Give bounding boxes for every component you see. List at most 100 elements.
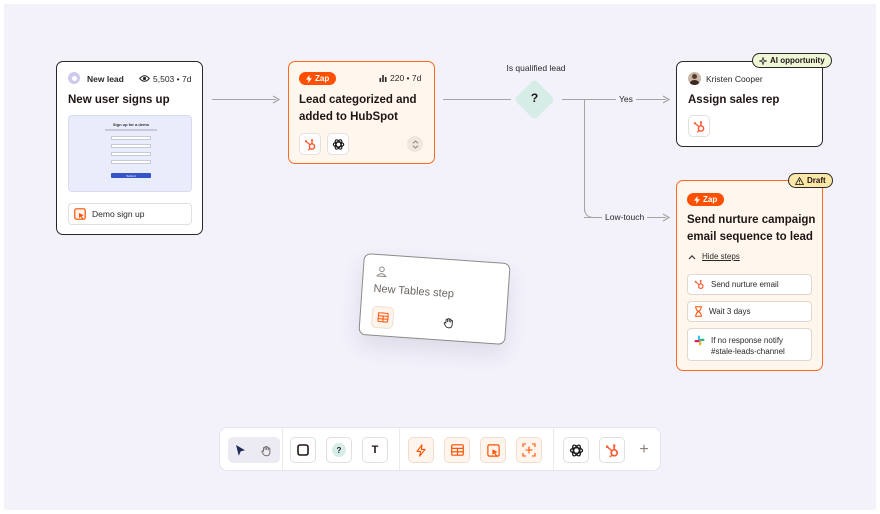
decision-icon: ? bbox=[332, 443, 346, 457]
app-chip-demo-signup[interactable]: Demo sign up bbox=[68, 203, 192, 225]
hubspot-icon bbox=[605, 443, 618, 458]
zap-card-hubspot[interactable]: Zap 220 • 7d Lead categorized and added … bbox=[288, 61, 435, 164]
tool-chatgpt-button[interactable] bbox=[563, 437, 589, 463]
chevron-up-down-icon bbox=[412, 139, 418, 149]
hand-icon bbox=[261, 445, 271, 456]
connector-decision-out bbox=[562, 99, 666, 100]
text-icon: T bbox=[371, 444, 379, 456]
decision-label: Is qualified lead bbox=[506, 63, 566, 73]
avatar bbox=[68, 72, 80, 84]
warning-icon bbox=[795, 176, 804, 185]
form-field bbox=[111, 144, 151, 148]
card-title: New Tables step bbox=[373, 282, 455, 301]
eye-icon bbox=[139, 75, 150, 82]
tool-decision-button[interactable]: ? bbox=[326, 437, 352, 463]
run-stats: 5,503 • 7d bbox=[153, 74, 192, 84]
tool-zap-button[interactable] bbox=[408, 437, 434, 463]
substep-notify-slack[interactable]: If no response notify #stale-leads-chann… bbox=[687, 328, 812, 361]
arrow-head-icon bbox=[272, 95, 281, 104]
hubspot-icon bbox=[693, 120, 704, 133]
zap-badge: Zap bbox=[687, 193, 725, 206]
form-heading: Sign up for a demo bbox=[112, 122, 150, 127]
card-title: Lead categorized and added to HubSpot bbox=[299, 94, 417, 123]
form-submit-label: Submit bbox=[126, 173, 136, 178]
toolbar-divider bbox=[282, 428, 283, 472]
toolbar-divider bbox=[399, 428, 400, 472]
lightning-icon bbox=[416, 443, 426, 457]
toolbar-divider bbox=[553, 428, 554, 472]
tool-table-button[interactable] bbox=[444, 437, 470, 463]
lightning-icon bbox=[306, 74, 312, 83]
edge-label-low-touch: Low-touch bbox=[602, 212, 648, 222]
assignee-name: Kristen Cooper bbox=[706, 74, 763, 84]
tool-add-button[interactable]: + bbox=[631, 437, 657, 463]
decision-icon-symbol: ? bbox=[336, 445, 342, 455]
slack-icon bbox=[694, 335, 705, 346]
branch-corner bbox=[584, 208, 594, 218]
zap-card-nurture-campaign[interactable]: Zap Send nurture campaign email sequence… bbox=[676, 180, 823, 371]
edge-label-yes: Yes bbox=[616, 94, 636, 104]
hubspot-app-icon[interactable] bbox=[688, 115, 710, 137]
run-stats: 220 • 7d bbox=[390, 73, 422, 83]
tool-text-button[interactable]: T bbox=[362, 437, 388, 463]
tool-rectangle-button[interactable] bbox=[290, 437, 316, 463]
interfaces-icon bbox=[74, 208, 86, 220]
grab-hand-icon bbox=[443, 318, 453, 329]
app-chip-label: Demo sign up bbox=[92, 209, 145, 219]
dragging-card-new-tables-step[interactable]: New Tables step bbox=[358, 252, 511, 346]
tool-canvas-embed-button[interactable] bbox=[516, 437, 542, 463]
decision-symbol: ? bbox=[530, 91, 539, 105]
hide-steps-toggle[interactable]: Hide steps bbox=[688, 252, 740, 261]
card-title: Send nurture campaign email sequence to … bbox=[687, 214, 816, 243]
connector-hubspot-to-decision bbox=[443, 99, 511, 100]
connector-lead-to-hubspot bbox=[212, 99, 276, 100]
hubspot-icon bbox=[694, 279, 704, 290]
tool-hubspot-button[interactable] bbox=[599, 437, 625, 463]
form-field bbox=[111, 160, 151, 164]
substep-wait[interactable]: Wait 3 days bbox=[687, 301, 812, 322]
substep-label: Wait 3 days bbox=[709, 307, 751, 316]
plus-icon: + bbox=[639, 441, 649, 458]
draft-tag[interactable]: Draft bbox=[788, 173, 833, 188]
form-field bbox=[111, 152, 151, 156]
trigger-card-new-lead[interactable]: New lead 5,503 • 7d New user signs up Si… bbox=[56, 61, 203, 235]
openai-icon bbox=[332, 138, 344, 150]
card-title: New user signs up bbox=[68, 94, 170, 106]
person-icon bbox=[375, 266, 387, 278]
table-icon bbox=[450, 444, 464, 456]
substep-label: Send nurture email bbox=[711, 280, 779, 289]
form-subtext bbox=[105, 129, 157, 131]
zap-badge-label: Zap bbox=[703, 195, 718, 204]
connector-branch-vertical bbox=[584, 99, 585, 212]
openai-app-icon[interactable] bbox=[327, 133, 349, 155]
source-label: New lead bbox=[87, 74, 124, 84]
form-preview[interactable]: Sign up for a demo Submit bbox=[68, 115, 192, 192]
canvas-embed-icon bbox=[522, 443, 536, 457]
canvas-toolbar: ? T + bbox=[219, 427, 661, 472]
zap-badge: Zap bbox=[299, 72, 337, 85]
hubspot-icon bbox=[304, 138, 315, 151]
cursor-pointer-icon bbox=[236, 444, 245, 456]
tool-select-button[interactable] bbox=[228, 437, 280, 463]
form-preview-page: Sign up for a demo Submit bbox=[97, 122, 165, 186]
table-icon bbox=[376, 312, 389, 323]
ai-opportunity-tag[interactable]: AI opportunity bbox=[752, 53, 832, 68]
sparkle-icon bbox=[759, 56, 767, 65]
arrow-head-icon bbox=[662, 95, 671, 104]
bar-chart-icon bbox=[379, 75, 387, 82]
form-field bbox=[111, 136, 151, 140]
arrow-head-icon bbox=[662, 213, 671, 222]
tool-interface-button[interactable] bbox=[480, 437, 506, 463]
avatar bbox=[688, 72, 701, 85]
lightning-icon bbox=[694, 195, 700, 204]
action-card-assign-rep[interactable]: Kristen Cooper Assign sales rep bbox=[676, 61, 823, 147]
hourglass-icon bbox=[695, 306, 702, 317]
tables-app-icon[interactable] bbox=[370, 305, 395, 330]
expand-toggle[interactable] bbox=[407, 136, 423, 152]
hubspot-app-icon[interactable] bbox=[299, 133, 321, 155]
interfaces-icon bbox=[486, 443, 500, 457]
zap-badge-label: Zap bbox=[315, 74, 330, 83]
substep-send-email[interactable]: Send nurture email bbox=[687, 274, 812, 295]
draft-label: Draft bbox=[807, 176, 826, 185]
form-submit-button: Submit bbox=[111, 173, 151, 178]
